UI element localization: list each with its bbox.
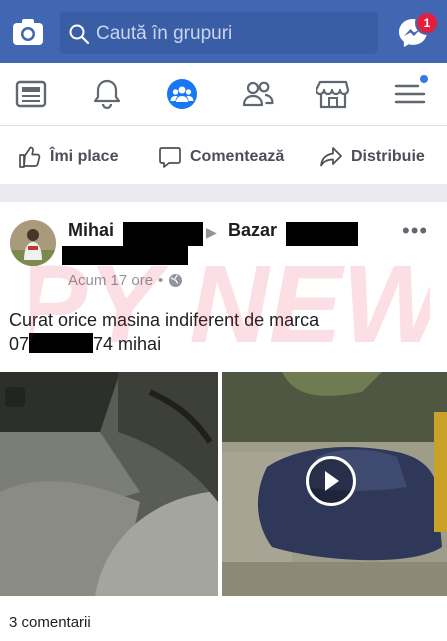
comment-icon (159, 147, 181, 168)
comment-count[interactable]: 3 comentarii (9, 614, 91, 631)
share-icon (320, 147, 342, 167)
post-card: Mihai ▶ Bazar ••• Acum 17 ore • Curat or… (0, 202, 447, 641)
post-text-line1: Curat orice masina indiferent de marca (9, 310, 320, 330)
comment-button[interactable]: Comentează (158, 144, 284, 170)
more-options-icon[interactable]: ••• (402, 218, 428, 244)
post-meta: Acum 17 ore • (68, 272, 183, 289)
comment-label: Comentează (190, 148, 285, 165)
groups-icon[interactable] (165, 77, 199, 111)
thumbs-up-icon (19, 146, 41, 168)
photo-car-interior[interactable] (0, 372, 218, 596)
post-author[interactable]: Mihai (68, 220, 114, 241)
search-icon (69, 24, 90, 45)
video-thumbnail[interactable] (222, 372, 447, 596)
post-text: Curat orice masina indiferent de marca 0… (9, 308, 429, 356)
share-button[interactable]: Distribuie (319, 144, 425, 170)
redaction-bar (29, 333, 94, 353)
redaction-bar (62, 246, 188, 265)
camera-icon[interactable] (12, 17, 44, 47)
play-button[interactable] (306, 456, 356, 506)
post-text-line2: 07 74 mihai (9, 332, 429, 356)
search-placeholder: Caută în grupuri (96, 23, 233, 44)
share-label: Distribuie (351, 148, 425, 165)
triangle-right-icon: ▶ (206, 224, 217, 240)
globe-icon (169, 274, 183, 287)
car-interior-photo (0, 372, 218, 596)
nav-bar (0, 63, 447, 126)
play-icon (325, 471, 339, 491)
separator-dot: • (158, 272, 164, 289)
avatar-photo (10, 220, 56, 266)
menu-notification-dot (420, 75, 428, 83)
messenger-badge: 1 (415, 11, 439, 35)
post-group[interactable]: Bazar (228, 220, 277, 241)
friends-icon[interactable] (241, 77, 275, 111)
phone-suffix: 74 mihai (93, 334, 162, 354)
post-actions-bar: Îmi place Comentează Distribuie (0, 126, 447, 184)
news-feed-icon[interactable] (14, 77, 48, 111)
like-button[interactable]: Îmi place (18, 144, 118, 170)
bell-icon[interactable] (90, 77, 124, 111)
top-bar: Caută în grupuri 1 (0, 0, 447, 63)
redaction-bar (286, 222, 358, 246)
avatar[interactable] (10, 220, 56, 266)
marketplace-icon[interactable] (316, 77, 350, 111)
search-input[interactable]: Caută în grupuri (60, 12, 378, 54)
like-label: Îmi place (50, 148, 119, 165)
post-time[interactable]: Acum 17 ore (68, 272, 153, 289)
redaction-bar (123, 222, 203, 246)
feed-separator (0, 184, 447, 202)
phone-prefix: 07 (9, 334, 30, 354)
